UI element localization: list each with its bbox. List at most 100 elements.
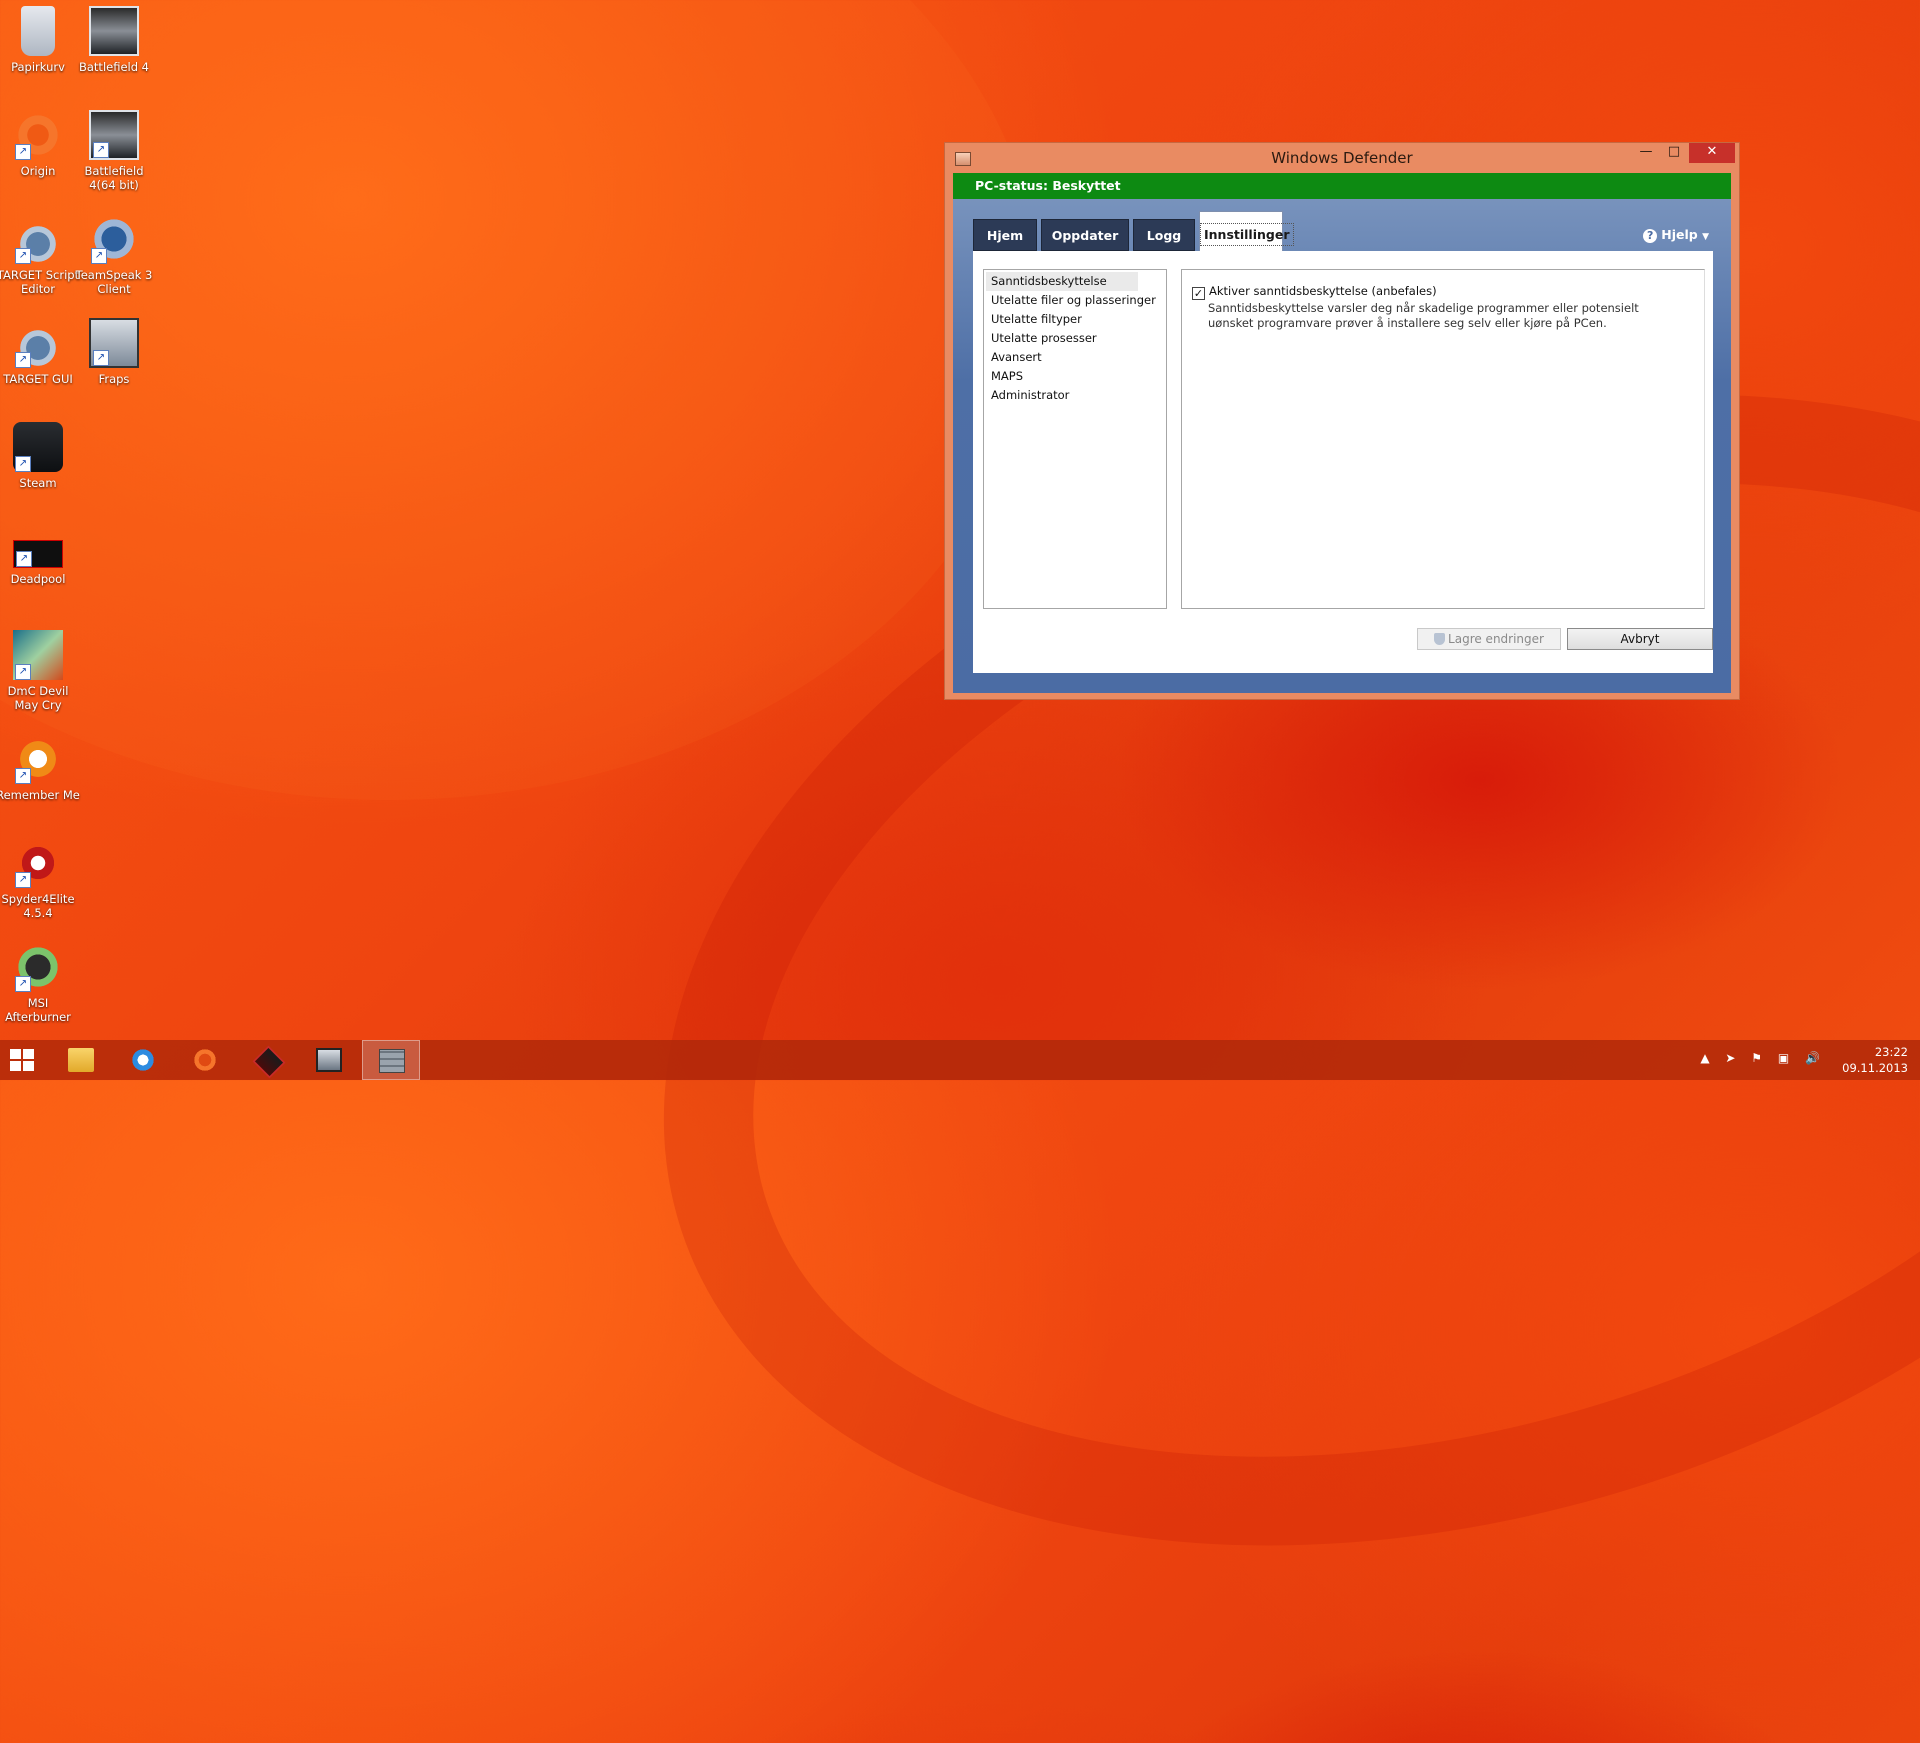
help-label: Hjelp [1661, 227, 1698, 242]
desktop-icon-label: Fraps [98, 372, 130, 386]
desktop-icon-remember-me[interactable]: ↗ Remember Me [0, 734, 80, 802]
desktop-icon-label: Steam [19, 476, 57, 490]
desktop-icon-battlefield4[interactable]: Battlefield 4 [72, 6, 156, 74]
desktop-icon-target-script-editor[interactable]: ↗ TARGET Script Editor [0, 214, 80, 296]
clock-date: 09.11.2013 [1842, 1061, 1908, 1075]
save-changes-label: Lagre endringer [1448, 632, 1544, 646]
clock-time: 23:22 [1874, 1045, 1908, 1059]
taskbar-fraps[interactable] [300, 1040, 358, 1080]
show-hidden-icons-icon[interactable]: ▲ [1700, 1051, 1709, 1065]
desktop-icon-label: DmC Devil May Cry [7, 684, 69, 712]
shortcut-arrow-icon: ↗ [15, 248, 31, 264]
settings-nav-list: Sanntidsbeskyttelse Utelatte filer og pl… [983, 269, 1167, 609]
nav-item-maps[interactable]: MAPS [984, 367, 1166, 386]
title-bar[interactable]: Windows Defender — □ ✕ [945, 143, 1739, 173]
desktop-icon-steam[interactable]: ↗ Steam [0, 422, 80, 490]
desktop-icon-label: Papirkurv [11, 60, 65, 74]
shortcut-arrow-icon: ↗ [16, 551, 32, 567]
desktop-icon-label: TeamSpeak 3 Client [75, 268, 153, 296]
shortcut-arrow-icon: ↗ [15, 872, 31, 888]
taskbar: ▲ ➤ ⚑ ▣ 🔊 23:22 09.11.2013 [0, 1040, 1920, 1080]
dmc-icon: ↗ [13, 630, 63, 680]
desktop-icon-battlefield4-64[interactable]: ↗ Battlefield 4(64 bit) [72, 110, 156, 192]
action-center-flag-icon[interactable]: ⚑ [1751, 1051, 1762, 1065]
help-menu[interactable]: ? Hjelp ▼ [1643, 227, 1709, 243]
realtime-protection-checkbox[interactable]: ✓ [1192, 287, 1205, 300]
recycle-bin-icon [21, 6, 55, 56]
tab-oppdater[interactable]: Oppdater [1041, 219, 1129, 251]
settings-panel: Sanntidsbeskyttelse Utelatte filer og pl… [973, 251, 1713, 673]
desktop-icon-label: MSI Afterburner [5, 996, 71, 1024]
nav-item-avansert[interactable]: Avansert [984, 348, 1166, 367]
windows-defender-window: Windows Defender — □ ✕ PC-status: Beskyt… [944, 142, 1740, 700]
shortcut-arrow-icon: ↗ [15, 768, 31, 784]
deadpool-icon: ↗ [13, 540, 63, 568]
desktop-icon-target-gui[interactable]: ↗ TARGET GUI [0, 318, 80, 386]
shortcut-arrow-icon: ↗ [93, 142, 109, 158]
battlefield4-icon [89, 6, 139, 56]
steam-icon: ↗ [13, 422, 63, 472]
volume-icon[interactable]: 🔊 [1805, 1051, 1820, 1065]
window-title: Windows Defender [1271, 149, 1413, 167]
spyder-icon: ↗ [13, 838, 63, 888]
desktop-icon-teamspeak[interactable]: ↗ TeamSpeak 3 Client [72, 214, 156, 296]
desktop-icon-label: Spyder4Elite 4.5.4 [1, 892, 75, 920]
nav-item-utelatte-filer[interactable]: Utelatte filer og plasseringer [984, 291, 1166, 310]
target-gui-icon: ↗ [13, 318, 63, 368]
tab-hjem[interactable]: Hjem [973, 219, 1037, 251]
realtime-protection-description: Sanntidsbeskyttelse varsler deg når skad… [1208, 301, 1639, 330]
desktop-icon-fraps[interactable]: ↗ Fraps [72, 318, 156, 386]
nav-item-utelatte-filtyper[interactable]: Utelatte filtyper [984, 310, 1166, 329]
defender-client-area: PC-status: Beskyttet Hjem Oppdater Logg … [953, 173, 1731, 693]
shortcut-arrow-icon: ↗ [15, 976, 31, 992]
desktop-icon-deadpool[interactable]: ↗ Deadpool [0, 526, 80, 586]
shield-icon [1434, 633, 1446, 645]
taskbar-target[interactable] [238, 1040, 296, 1080]
taskbar-origin[interactable] [176, 1040, 234, 1080]
network-icon[interactable]: ➤ [1725, 1051, 1735, 1065]
start-button[interactable] [10, 1049, 34, 1071]
minimize-button[interactable]: — [1633, 143, 1659, 163]
desktop-icon-papirkurv[interactable]: Papirkurv [0, 6, 80, 74]
help-icon: ? [1643, 229, 1658, 243]
fraps-icon: ↗ [89, 318, 139, 368]
origin-icon: ↗ [13, 110, 63, 160]
target-icon [252, 1045, 286, 1079]
display-icon[interactable]: ▣ [1778, 1051, 1789, 1065]
windows-defender-icon [379, 1049, 405, 1073]
desktop-icon-label: Origin [20, 164, 56, 178]
nav-item-utelatte-prosesser[interactable]: Utelatte prosesser [984, 329, 1166, 348]
shortcut-arrow-icon: ↗ [15, 456, 31, 472]
taskbar-clock[interactable]: 23:22 09.11.2013 [1838, 1044, 1908, 1076]
taskbar-windows-defender[interactable] [362, 1040, 420, 1080]
nav-item-sanntidsbeskyttelse[interactable]: Sanntidsbeskyttelse [986, 272, 1138, 291]
shortcut-arrow-icon: ↗ [93, 350, 109, 366]
shortcut-arrow-icon: ↗ [15, 144, 31, 160]
close-button[interactable]: ✕ [1689, 143, 1735, 163]
tab-innstillinger[interactable]: Innstillinger [1199, 211, 1294, 255]
shortcut-arrow-icon: ↗ [91, 248, 107, 264]
pc-status-bar: PC-status: Beskyttet [953, 173, 1731, 199]
fraps-icon [316, 1048, 342, 1072]
save-changes-button[interactable]: Lagre endringer [1417, 628, 1561, 650]
close-icon: ✕ [1706, 144, 1718, 159]
desktop-icon-dmc[interactable]: ↗ DmC Devil May Cry [0, 630, 80, 712]
desktop-icon-origin[interactable]: ↗ Origin [0, 110, 80, 178]
desktop-icon-spyder[interactable]: ↗ Spyder4Elite 4.5.4 [0, 838, 80, 920]
taskbar-file-explorer[interactable] [52, 1040, 110, 1080]
realtime-protection-label[interactable]: Aktiver sanntidsbeskyttelse (anbefales) [1209, 284, 1437, 298]
chevron-down-icon: ▼ [1702, 232, 1709, 242]
shortcut-arrow-icon: ↗ [15, 352, 31, 368]
shortcut-arrow-icon: ↗ [15, 664, 31, 680]
cancel-button[interactable]: Avbryt [1567, 628, 1713, 650]
desktop-icon-msi-afterburner[interactable]: ↗ MSI Afterburner [0, 942, 80, 1024]
tab-logg[interactable]: Logg [1133, 219, 1195, 251]
maximize-button[interactable]: □ [1661, 143, 1687, 163]
desktop-icon-label: TARGET GUI [3, 372, 73, 386]
internet-explorer-icon [130, 1048, 156, 1072]
settings-content: ✓ Aktiver sanntidsbeskyttelse (anbefales)… [1181, 269, 1705, 609]
remember-me-icon: ↗ [13, 734, 63, 784]
nav-item-administrator[interactable]: Administrator [984, 386, 1166, 405]
desktop-icon-label: Deadpool [10, 572, 66, 586]
taskbar-internet-explorer[interactable] [114, 1040, 172, 1080]
